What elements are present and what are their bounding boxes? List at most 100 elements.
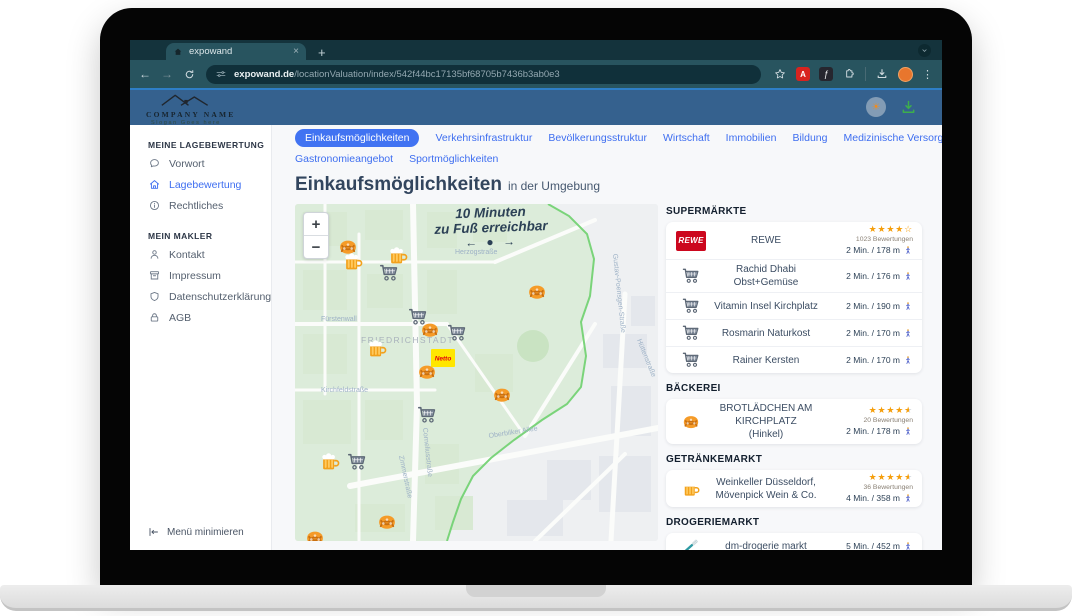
poi-name: Rosmarin Naturkost: [707, 327, 825, 340]
main-content: Einkaufsmöglichkeiten Verkehrsinfrastrukt…: [272, 125, 942, 550]
street-label: Fürstenwall: [321, 316, 357, 323]
chevron-down-icon: [920, 46, 929, 55]
theme-toggle-button[interactable]: ☀: [866, 97, 886, 117]
poi-distance-text: 4 Min. / 358 m: [846, 493, 900, 504]
poi-row-rachid-dhabi-obst-gem-se[interactable]: Rachid Dhabi Obst+Gemüse2 Min. / 176 m: [666, 260, 922, 293]
url-text: expowand.de/locationValuation/index/542f…: [234, 69, 560, 80]
poi-name: Weinkeller Düsseldorf,Mövenpick Wein & C…: [707, 476, 825, 502]
section-title-getr-nkemarkt: GETRÄNKEMARKT: [666, 454, 922, 465]
poi-meta: ★★★★☆1023 Bewertungen2 Min. / 178 m: [825, 225, 913, 256]
browser-tab[interactable]: expowand ×: [166, 43, 306, 60]
font-extension-icon[interactable]: ƒ: [819, 67, 833, 81]
tab-medizinische-versorgung[interactable]: Medizinische Versorgung: [843, 132, 942, 144]
poi-meta: ★★★★★36 Bewertungen4 Min. / 358 m: [825, 473, 913, 504]
star-full-icon: ★: [869, 472, 878, 482]
tab-bev-lkerungsstruktur[interactable]: Bevölkerungsstruktur: [548, 132, 647, 144]
downloads-icon[interactable]: [875, 67, 889, 81]
map-canvas[interactable]: HerzogstraßeFürstenwallFRIEDRICHSTADTKir…: [295, 204, 658, 541]
pretzel-map-marker[interactable]: [419, 366, 435, 379]
poi-row-brotl-dchen-am-kirchplatz[interactable]: BROTLÄDCHEN AM KIRCHPLATZ(Hinkel)★★★★★20…: [666, 399, 922, 444]
site-settings-icon[interactable]: [215, 68, 227, 80]
poi-row-dm-drogerie-markt[interactable]: dm-drogerie markt5 Min. / 452 m: [666, 533, 922, 550]
pretzel-map-marker[interactable]: [422, 324, 438, 337]
tab-bildung[interactable]: Bildung: [792, 132, 827, 144]
walking-person-icon: [903, 301, 913, 312]
company-logo: COMPANY NAME Slogan Goes here: [146, 92, 226, 126]
star-half-icon: ★: [904, 405, 913, 415]
sidebar-item-lagebewertung[interactable]: Lagebewertung: [130, 174, 271, 195]
back-button[interactable]: ←: [139, 68, 151, 80]
poi-row-vitamin-insel-kirchplatz[interactable]: Vitamin Insel Kirchplatz2 Min. / 190 m: [666, 293, 922, 320]
browser-window: expowand × + ← → expowand.de/locationVal…: [130, 40, 942, 550]
star-full-icon: ★: [869, 405, 878, 415]
poi-distance-text: 2 Min. / 170 m: [846, 355, 900, 366]
cart-icon: [681, 296, 701, 316]
page-subtitle: in der Umgebung: [508, 179, 600, 193]
bookmark-star-icon[interactable]: [773, 67, 787, 81]
tab-sportm-glichkeiten[interactable]: Sportmöglichkeiten: [409, 153, 498, 165]
extensions-puzzle-icon[interactable]: [842, 67, 856, 81]
tab-einkaufsm-glichkeiten[interactable]: Einkaufsmöglichkeiten: [295, 129, 419, 147]
poi-card: BROTLÄDCHEN AM KIRCHPLATZ(Hinkel)★★★★★20…: [666, 399, 922, 444]
tab-immobilien[interactable]: Immobilien: [726, 132, 777, 144]
poi-row-rewe[interactable]: REWEREWE★★★★☆1023 Bewertungen2 Min. / 17…: [666, 222, 922, 260]
new-tab-button[interactable]: +: [318, 46, 326, 59]
street-label: Kirchfeldstraße: [321, 387, 368, 394]
url-bar[interactable]: expowand.de/locationValuation/index/542f…: [206, 65, 761, 84]
poi-distance-text: 2 Min. / 178 m: [846, 245, 900, 256]
poi-row-weinkeller-d-sseldorf[interactable]: Weinkeller Düsseldorf,Mövenpick Wein & C…: [666, 470, 922, 507]
map[interactable]: HerzogstraßeFürstenwallFRIEDRICHSTADTKir…: [295, 204, 658, 541]
profile-avatar[interactable]: [898, 67, 913, 82]
walking-person-icon: [903, 328, 913, 339]
poi-distance: 2 Min. / 190 m: [846, 301, 913, 312]
home-icon: [148, 178, 161, 191]
poi-row-rosmarin-naturkost[interactable]: Rosmarin Naturkost2 Min. / 170 m: [666, 320, 922, 347]
sidebar-item-impressum[interactable]: Impressum: [130, 265, 271, 286]
sidebar-item-vorwort[interactable]: Vorwort: [130, 153, 271, 174]
star-full-icon: ★: [886, 472, 895, 482]
reload-button[interactable]: [183, 68, 196, 81]
tab-gastronomieangebot[interactable]: Gastronomieangebot: [295, 153, 393, 165]
page-title: Einkaufsmöglichkeiten: [295, 174, 502, 196]
sidebar-item-label: Impressum: [169, 270, 221, 282]
pdf-extension-icon[interactable]: A: [796, 67, 810, 81]
star-full-icon: ★: [886, 224, 895, 234]
poi-icon-cell: [675, 479, 707, 499]
sidebar-collapse-button[interactable]: Menü minimieren: [148, 526, 244, 538]
zoom-in-button[interactable]: +: [304, 213, 328, 236]
poi-distance: 2 Min. / 178 m: [846, 426, 913, 437]
poi-review-count: 1023 Bewertungen: [856, 236, 913, 244]
report-download-button[interactable]: [899, 98, 918, 117]
star-full-icon: ★: [895, 224, 904, 234]
zoom-out-button[interactable]: −: [304, 236, 328, 258]
pretzel-map-marker[interactable]: [494, 389, 510, 402]
laptop-notch: [466, 585, 606, 597]
poi-icon-cell: [675, 266, 707, 286]
netto-map-marker[interactable]: Netto: [431, 349, 455, 367]
toolbar-divider: [865, 67, 866, 81]
browser-menu-icon[interactable]: ⋮: [922, 68, 933, 81]
sidebar-item-datenschutzerkl-rung[interactable]: Datenschutzerklärung: [130, 286, 271, 307]
tab-close-icon[interactable]: ×: [293, 47, 299, 57]
street-label: Herzogstraße: [455, 249, 498, 256]
cart-icon: [681, 266, 701, 286]
sidebar-item-label: Lagebewertung: [169, 179, 241, 191]
sidebar-item-kontakt[interactable]: Kontakt: [130, 244, 271, 265]
star-full-icon: ★: [869, 224, 878, 234]
laptop-screen-frame: expowand × + ← → expowand.de/locationVal…: [100, 8, 972, 585]
forward-button[interactable]: →: [161, 68, 173, 80]
tab-wirtschaft[interactable]: Wirtschaft: [663, 132, 710, 144]
sidebar-item-agb[interactable]: AGB: [130, 307, 271, 328]
tab-search-button[interactable]: [918, 44, 931, 57]
poi-card: REWEREWE★★★★☆1023 Bewertungen2 Min. / 17…: [666, 222, 922, 373]
pretzel-map-marker[interactable]: [340, 241, 356, 254]
pretzel-map-marker[interactable]: [379, 516, 395, 529]
tab-verkehrsinfrastruktur[interactable]: Verkehrsinfrastruktur: [435, 132, 532, 144]
star-empty-icon: ☆: [904, 224, 913, 234]
pretzel-map-marker[interactable]: [529, 286, 545, 299]
sidebar-item-rechtliches[interactable]: Rechtliches: [130, 195, 271, 216]
poi-distance: 5 Min. / 452 m: [846, 541, 913, 550]
poi-row-rainer-kersten[interactable]: Rainer Kersten2 Min. / 170 m: [666, 347, 922, 373]
sidebar-item-label: AGB: [169, 312, 191, 324]
sidebar-section-title: MEIN MAKLER: [148, 231, 271, 241]
